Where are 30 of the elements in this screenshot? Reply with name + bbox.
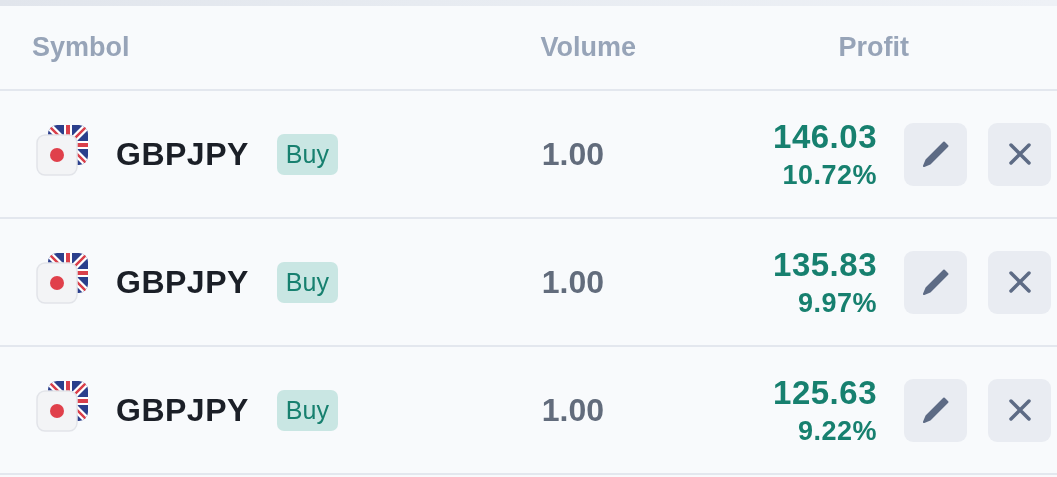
flag-icon <box>34 123 90 179</box>
profit-percent: 10.72% <box>782 159 877 191</box>
symbol-name: GBPJPY <box>116 135 249 173</box>
close-icon <box>1007 270 1032 294</box>
profit-value: 146.03 <box>773 117 877 156</box>
side-badge: Buy <box>276 261 338 303</box>
edit-button[interactable] <box>904 122 967 186</box>
profit-value: 135.83 <box>773 245 877 284</box>
side-badge: Buy <box>276 389 338 431</box>
close-button[interactable] <box>988 250 1051 314</box>
symbol-name: GBPJPY <box>116 391 249 429</box>
profit-percent: 9.97% <box>797 287 877 319</box>
column-header: Profit <box>838 32 909 63</box>
volume-value: 1.00 <box>541 263 604 301</box>
column-header: Symbol <box>32 32 131 63</box>
symbol-name: GBPJPY <box>116 263 249 301</box>
profit-percent: 9.22% <box>797 415 877 447</box>
edit-button[interactable] <box>904 250 967 314</box>
side-badge: Buy <box>276 133 338 175</box>
volume-value: 1.00 <box>541 135 604 173</box>
volume-value: 1.00 <box>541 391 604 429</box>
close-icon <box>1007 398 1032 422</box>
close-button[interactable] <box>988 122 1051 186</box>
close-button[interactable] <box>988 378 1051 442</box>
flag-icon <box>34 379 90 435</box>
close-icon <box>1007 142 1032 166</box>
edit-button[interactable] <box>904 378 967 442</box>
flag-icon <box>34 251 90 307</box>
column-header: Volume <box>540 32 636 63</box>
profit-value: 125.63 <box>773 373 877 412</box>
